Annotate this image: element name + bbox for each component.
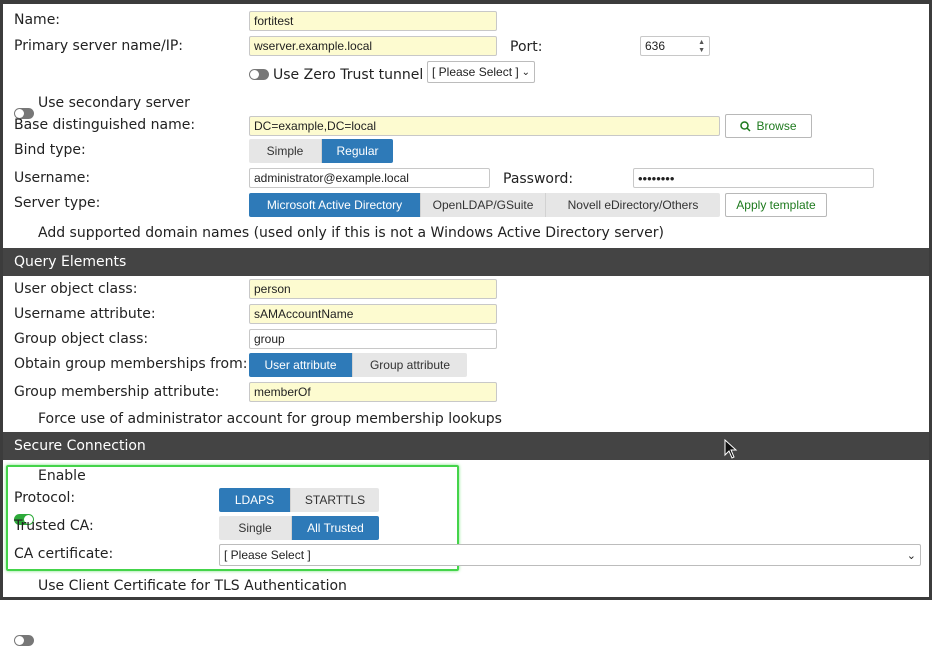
bind-type-regular[interactable]: Regular: [322, 139, 393, 163]
base-dn-label: Base distinguished name:: [14, 117, 196, 133]
search-icon: [740, 120, 752, 132]
ca-cert-label: CA certificate:: [14, 546, 114, 562]
username-attr-label: Username attribute:: [14, 306, 156, 322]
membership-group-attribute[interactable]: Group attribute: [353, 353, 467, 377]
server-type-active-directory[interactable]: Microsoft Active Directory: [249, 193, 421, 217]
user-class-field[interactable]: [249, 279, 497, 299]
secondary-server-label: Use secondary server: [38, 95, 190, 111]
protocol-label: Protocol:: [14, 490, 76, 506]
trusted-ca-selector[interactable]: Single All Trusted: [219, 516, 379, 540]
server-type-label: Server type:: [14, 195, 101, 211]
name-field[interactable]: [249, 11, 497, 31]
domain-names-label: Add supported domain names (used only if…: [38, 225, 664, 241]
client-cert-toggle[interactable]: [14, 635, 34, 646]
server-type-selector[interactable]: Microsoft Active Directory OpenLDAP/GSui…: [249, 193, 720, 217]
trusted-ca-all[interactable]: All Trusted: [292, 516, 379, 540]
client-cert-label: Use Client Certificate for TLS Authentic…: [38, 578, 347, 594]
apply-template-label: Apply template: [736, 198, 816, 212]
name-label: Name:: [14, 12, 61, 28]
bind-type-selector[interactable]: Simple Regular: [249, 139, 393, 163]
zero-trust-select[interactable]: [ Please Select ] ⌄: [427, 61, 535, 83]
group-class-label: Group object class:: [14, 331, 149, 347]
base-dn-field[interactable]: [249, 116, 720, 136]
username-field[interactable]: [249, 168, 490, 188]
password-field[interactable]: ••••••••: [633, 168, 874, 188]
chevron-down-icon: ⌄: [906, 549, 916, 562]
force-admin-label: Force use of administrator account for g…: [38, 411, 502, 427]
secure-connection-header: Secure Connection: [3, 432, 929, 460]
primary-server-label: Primary server name/IP:: [14, 38, 184, 54]
enable-label: Enable: [38, 468, 86, 484]
protocol-starttls[interactable]: STARTTLS: [291, 488, 379, 512]
server-type-openldap[interactable]: OpenLDAP/GSuite: [421, 193, 546, 217]
group-class-field[interactable]: [249, 329, 497, 349]
trusted-ca-single[interactable]: Single: [219, 516, 292, 540]
window-left-border: [0, 0, 3, 600]
password-label: Password:: [503, 171, 574, 187]
browse-button[interactable]: Browse: [725, 114, 812, 138]
username-label: Username:: [14, 170, 91, 186]
zero-trust-label: Use Zero Trust tunnel: [273, 67, 424, 83]
ca-cert-select-value: [ Please Select ]: [224, 548, 311, 562]
protocol-selector[interactable]: LDAPS STARTTLS: [219, 488, 379, 512]
chevron-down-icon: ⌄: [521, 66, 530, 78]
window-top-border: [0, 0, 932, 4]
zero-trust-toggle[interactable]: [249, 69, 269, 80]
port-stepper[interactable]: 636 ▲ ▼: [640, 36, 710, 56]
bind-type-label: Bind type:: [14, 142, 86, 158]
mouse-cursor-icon: [724, 439, 738, 459]
ca-cert-select[interactable]: [ Please Select ] ⌄: [219, 544, 921, 566]
primary-server-field[interactable]: [249, 36, 497, 56]
apply-template-button[interactable]: Apply template: [725, 193, 827, 217]
port-value: 636: [645, 39, 666, 53]
spin-arrows-icon[interactable]: ▲ ▼: [698, 39, 705, 54]
membership-attr-label: Group membership attribute:: [14, 384, 220, 400]
bind-type-simple[interactable]: Simple: [249, 139, 322, 163]
port-label: Port:: [510, 39, 543, 55]
protocol-ldaps[interactable]: LDAPS: [219, 488, 291, 512]
query-elements-header: Query Elements: [3, 248, 929, 276]
membership-user-attribute[interactable]: User attribute: [249, 353, 353, 377]
membership-source-selector[interactable]: User attribute Group attribute: [249, 353, 467, 377]
zero-trust-select-value: [ Please Select ]: [432, 65, 519, 79]
user-class-label: User object class:: [14, 281, 138, 297]
membership-from-label: Obtain group memberships from:: [14, 356, 248, 372]
username-attr-field[interactable]: [249, 304, 497, 324]
membership-attr-field[interactable]: [249, 382, 497, 402]
browse-label: Browse: [756, 119, 797, 133]
trusted-ca-label: Trusted CA:: [14, 518, 94, 534]
server-type-novell[interactable]: Novell eDirectory/Others: [546, 193, 720, 217]
